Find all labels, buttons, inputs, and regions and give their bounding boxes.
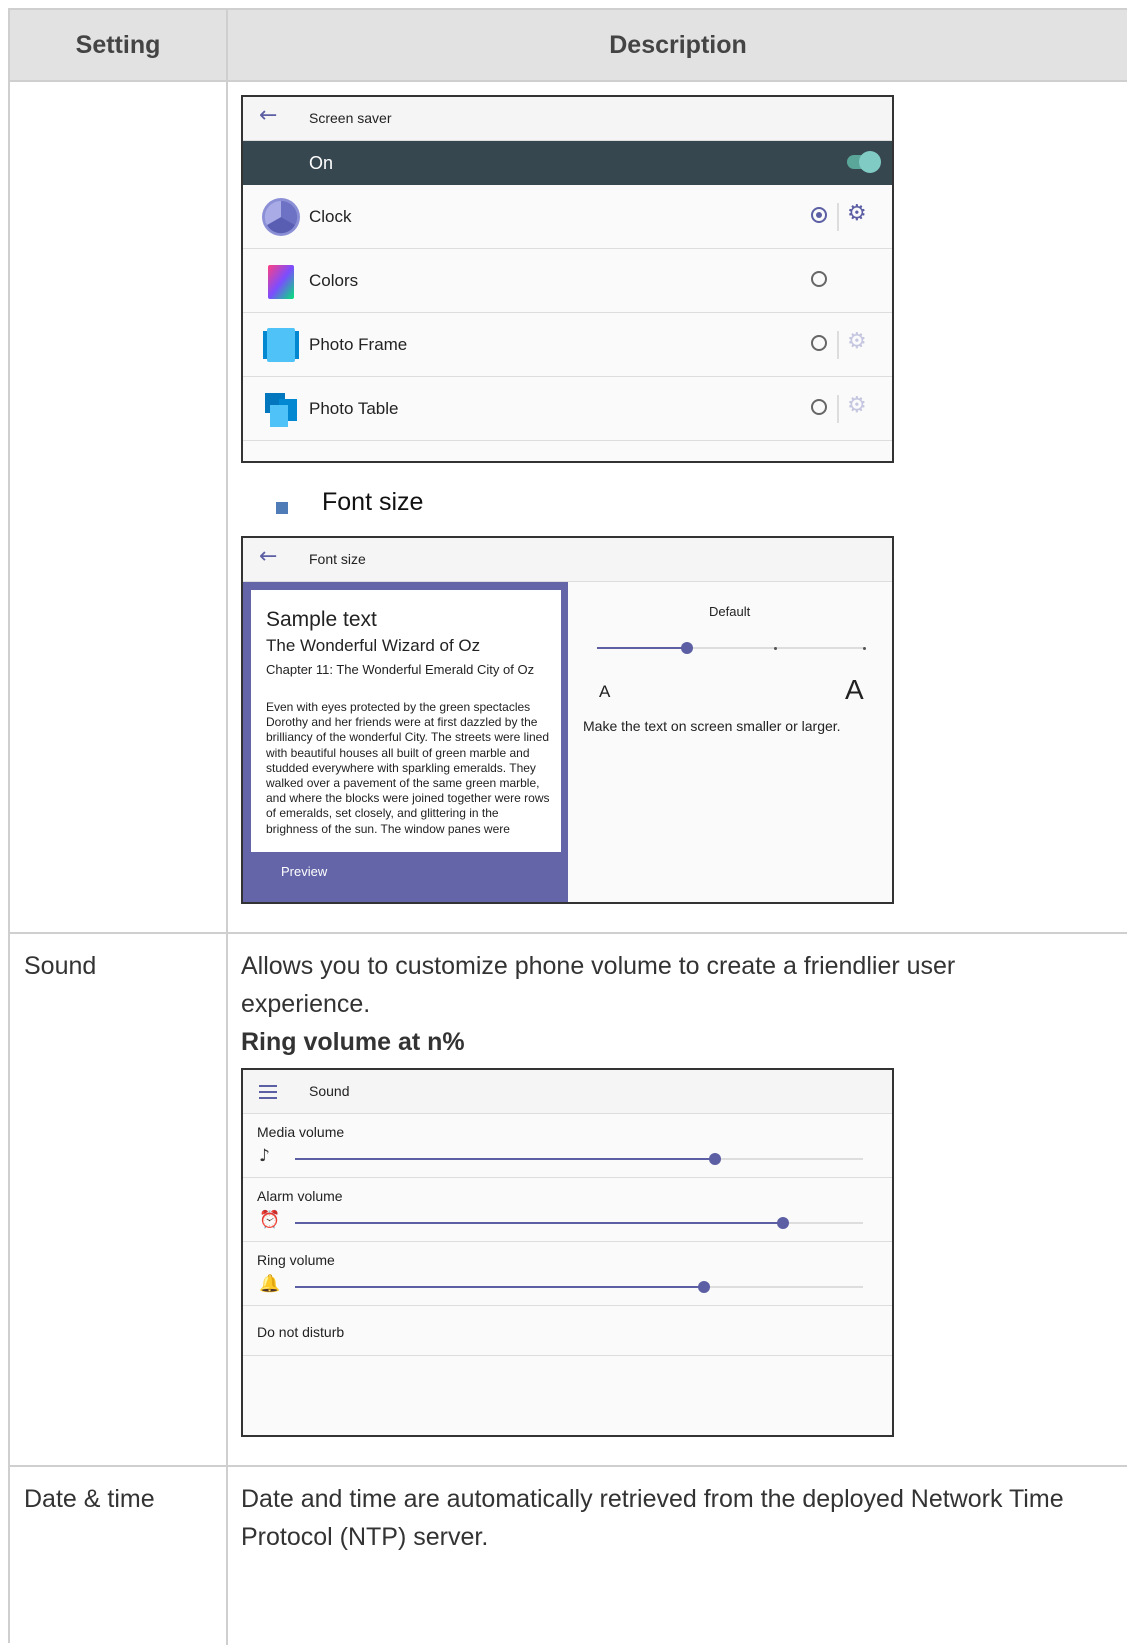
- clock-app-icon: [262, 198, 300, 236]
- photo-table-app-icon: [265, 393, 297, 427]
- volume-label: Alarm volume: [257, 1188, 343, 1204]
- volume-row[interactable]: Ring volume 🔔: [243, 1242, 892, 1306]
- gear-icon: ⚙: [847, 393, 867, 418]
- volume-slider-thumb[interactable]: [777, 1217, 790, 1229]
- volume-slider-thumb[interactable]: [697, 1281, 710, 1293]
- screen-saver-master-switch-bar[interactable]: On: [243, 141, 892, 185]
- toggle-knob: [859, 151, 881, 173]
- table-header: Setting Description: [10, 10, 1127, 82]
- volume-slider-track[interactable]: [295, 1281, 863, 1293]
- preview-panel: Sample text The Wonderful Wizard of Oz C…: [243, 582, 568, 902]
- row-divider: [10, 1465, 1127, 1467]
- small-font-glyph: A: [599, 682, 611, 701]
- sound-description: Allows you to customize phone volume to …: [241, 952, 956, 1018]
- volume-slider-fill: [295, 1158, 716, 1160]
- hamburger-menu-icon[interactable]: [259, 1084, 279, 1100]
- row-divider: [10, 932, 1127, 934]
- volume-slider-thumb[interactable]: [709, 1153, 722, 1165]
- screen-saver-option-clock[interactable]: Clock ⚙: [243, 185, 892, 249]
- font-size-bullet-label: Font size: [322, 488, 424, 516]
- option-label: Photo Frame: [309, 335, 408, 354]
- font-size-current-label: Default: [709, 604, 751, 619]
- volume-slider-fill: [295, 1222, 784, 1224]
- option-radio[interactable]: [811, 271, 827, 287]
- option-label: Photo Table: [309, 399, 399, 418]
- font-size-slider-fill: [597, 647, 687, 649]
- alarm-clock-icon: ⏰: [259, 1210, 281, 1230]
- font-size-screenshot: ← Font size Sample text The Wonderful Wi…: [241, 536, 894, 904]
- on-label: On: [309, 153, 334, 173]
- preview-label: Preview: [281, 864, 328, 879]
- gear-icon[interactable]: ⚙: [847, 201, 867, 226]
- gear-icon: ⚙: [847, 329, 867, 354]
- sound-subheading: Ring volume at n%: [241, 1028, 465, 1056]
- screen-saver-option-photo-frame[interactable]: Photo Frame ⚙: [243, 313, 892, 377]
- arrow-left-icon[interactable]: ←: [259, 544, 277, 569]
- colors-app-icon: [268, 265, 294, 299]
- preview-book-title: The Wonderful Wizard of Oz: [266, 636, 481, 655]
- volume-slider-track[interactable]: [295, 1217, 863, 1229]
- square-bullet-icon: [276, 502, 288, 514]
- volume-label: Ring volume: [257, 1252, 335, 1268]
- volume-slider-track[interactable]: [295, 1153, 863, 1165]
- music-note-icon: ♪: [259, 1146, 270, 1166]
- slider-tick: [863, 647, 866, 650]
- option-label: Colors: [309, 271, 359, 290]
- do-not-disturb-label: Do not disturb: [257, 1324, 345, 1340]
- date-time-description: Date and time are automatically retrieve…: [241, 1485, 1064, 1551]
- setting-name-sound: Sound: [24, 952, 97, 980]
- sound-toolbar: Sound: [243, 1070, 892, 1114]
- option-label: Clock: [309, 207, 352, 226]
- font-size-title: Font size: [309, 551, 366, 567]
- volume-label: Media volume: [257, 1124, 345, 1140]
- option-radio[interactable]: [811, 335, 827, 351]
- screen-saver-toggle[interactable]: [847, 151, 881, 173]
- screen-saver-option-colors[interactable]: Colors: [243, 249, 892, 313]
- font-size-slider-thumb[interactable]: [681, 642, 693, 654]
- photo-frame-app-icon: [263, 328, 299, 362]
- screen-saver-toolbar: ← Screen saver: [243, 97, 892, 141]
- large-font-glyph: A: [845, 674, 864, 705]
- screen-saver-title: Screen saver: [309, 110, 392, 126]
- font-size-hint: Make the text on screen smaller or large…: [583, 718, 841, 734]
- volume-slider-fill: [295, 1286, 704, 1288]
- sound-screenshot: Sound Media volume ♪ Alarm volume ⏰ Ring vol…: [241, 1068, 894, 1437]
- screen-saver-screenshot: ← Screen saver On Clock ⚙ Colors Photo F…: [241, 95, 894, 463]
- preview-body: Even with eyes protected by the green sp…: [266, 700, 550, 836]
- divider: [837, 203, 839, 231]
- volume-row[interactable]: Alarm volume ⏰: [243, 1178, 892, 1242]
- option-radio-selected[interactable]: [811, 207, 827, 223]
- column-divider: [226, 10, 228, 1645]
- volume-row[interactable]: Media volume ♪: [243, 1114, 892, 1178]
- preview-heading: Sample text: [266, 608, 377, 631]
- preview-card: Sample text The Wonderful Wizard of Oz C…: [251, 590, 561, 852]
- bell-icon: 🔔: [259, 1274, 281, 1294]
- setting-name-date-time: Date & time: [24, 1485, 155, 1513]
- divider: [837, 395, 839, 423]
- arrow-left-icon[interactable]: ←: [259, 103, 277, 128]
- screen-saver-option-photo-table[interactable]: Photo Table ⚙: [243, 377, 892, 441]
- do-not-disturb-row[interactable]: Do not disturb: [243, 1306, 892, 1356]
- description-column-header: Description: [609, 31, 747, 59]
- setting-column-header: Setting: [75, 31, 161, 59]
- preview-chapter: Chapter 11: The Wonderful Emerald City o…: [266, 662, 535, 677]
- option-radio[interactable]: [811, 399, 827, 415]
- slider-tick: [774, 647, 777, 650]
- font-size-toolbar: ← Font size: [243, 538, 892, 582]
- sound-title: Sound: [309, 1083, 350, 1099]
- divider: [837, 331, 839, 359]
